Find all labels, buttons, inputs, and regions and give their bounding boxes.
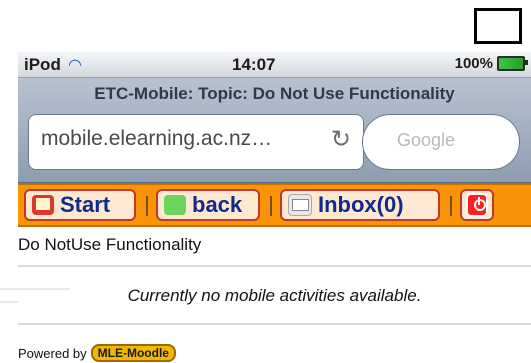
- browser-chrome: ETC-Mobile: Topic: Do Not Use Functional…: [18, 78, 531, 183]
- power-icon: [466, 193, 488, 217]
- start-label: Start: [60, 192, 111, 217]
- search-placeholder: Google: [397, 130, 456, 150]
- divider: [18, 323, 531, 325]
- nav-separator: [270, 196, 272, 216]
- inbox-icon: [288, 194, 312, 216]
- wifi-icon: ◠: [68, 57, 82, 74]
- divider: [18, 265, 531, 267]
- battery-indicator: 100%: [454, 55, 528, 72]
- inbox-label: Inbox(0): [318, 192, 404, 217]
- start-button[interactable]: Start: [24, 189, 136, 221]
- back-arrow-icon: [164, 195, 186, 215]
- carrier-label: iPod: [24, 55, 61, 74]
- reload-icon[interactable]: ↻: [331, 125, 351, 154]
- page-title: ETC-Mobile: Topic: Do Not Use Functional…: [94, 84, 455, 103]
- url-text: mobile.elearning.ac.nz…: [41, 127, 273, 150]
- mle-moodle-badge[interactable]: MLE-Moodle: [90, 344, 176, 362]
- status-time: 14:07: [232, 55, 276, 74]
- powered-by: Powered by MLE-Moodle: [18, 344, 176, 362]
- carrier: iPod ◠: [24, 55, 81, 75]
- nav-separator: [146, 196, 148, 216]
- logout-button[interactable]: [460, 189, 494, 221]
- navigation-bar: Start back Inbox(0): [18, 183, 531, 227]
- inbox-button[interactable]: Inbox(0): [280, 189, 440, 221]
- battery-percent: 100%: [454, 55, 493, 72]
- top-box: [474, 8, 522, 44]
- back-label: back: [192, 192, 243, 217]
- back-button[interactable]: back: [156, 189, 260, 221]
- divider-fragment: [0, 301, 18, 303]
- nav-separator: [450, 196, 452, 216]
- home-icon: [32, 195, 54, 215]
- search-input[interactable]: Google: [362, 114, 520, 170]
- empty-activities-message: Currently no mobile activities available…: [127, 286, 422, 305]
- powered-by-label: Powered by: [18, 345, 87, 361]
- topic-heading: Do NotUse Functionality: [18, 235, 202, 254]
- address-bar[interactable]: mobile.elearning.ac.nz… ↻: [28, 114, 364, 170]
- status-bar: iPod ◠ 14:07 100%: [18, 52, 531, 78]
- battery-icon: [497, 56, 528, 71]
